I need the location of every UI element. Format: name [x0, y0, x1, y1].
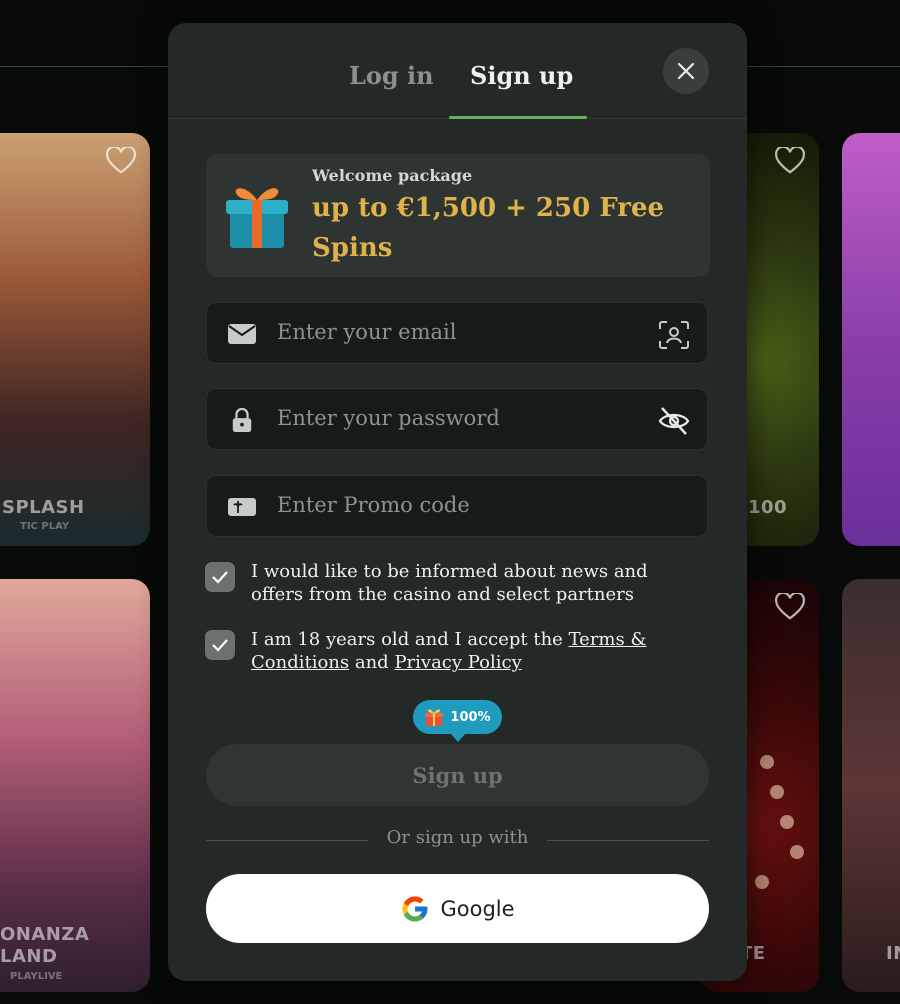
game-card-provider: PLAYLIVE	[10, 971, 63, 982]
promo-code-field[interactable]: Enter Promo code	[206, 475, 708, 537]
promo-label: Welcome package	[312, 166, 473, 185]
close-icon	[677, 62, 695, 80]
google-button-label: Google	[440, 896, 515, 921]
game-card-title: SPLASH	[2, 497, 85, 518]
checkmark-icon	[212, 639, 228, 652]
heart-icon[interactable]	[775, 147, 805, 175]
auth-tabs: Log in Sign up	[168, 23, 747, 119]
alt-signup-divider: Or sign up with	[206, 827, 709, 853]
game-card[interactable]: SPLASH TIC PLAY	[0, 133, 150, 546]
password-field[interactable]: Enter your password	[206, 388, 708, 450]
email-field[interactable]: Enter your email	[206, 302, 708, 364]
bonus-badge-value: 100%	[450, 709, 491, 725]
close-button[interactable]	[663, 48, 709, 94]
face-scan-icon[interactable]	[657, 319, 691, 351]
eye-off-icon[interactable]	[657, 405, 691, 437]
promo-value: up to €1,500 + 250 Free Spins	[312, 193, 665, 263]
divider-text: Or sign up with	[386, 827, 529, 848]
terms-consent-checkbox[interactable]	[205, 630, 235, 660]
game-card-title: 100	[748, 497, 788, 518]
terms-middle: and	[349, 652, 395, 673]
promo-ticket-icon	[228, 498, 256, 516]
game-card-title: IN	[886, 943, 900, 964]
signup-modal: Log in Sign up Welcome package up to €1,…	[168, 23, 747, 981]
tab-login[interactable]: Log in	[349, 61, 434, 90]
news-consent-text: I would like to be informed about news a…	[251, 561, 648, 605]
terms-consent-text: I am 18 years old and I accept the Terms…	[251, 628, 681, 674]
game-card-title: ONANZA LAND	[0, 924, 90, 967]
welcome-package-banner: Welcome package up to €1,500 + 250 Free …	[206, 154, 710, 277]
heart-icon[interactable]	[775, 593, 805, 621]
promo-code-placeholder: Enter Promo code	[277, 493, 470, 517]
game-card[interactable]: IN	[842, 579, 900, 992]
privacy-policy-link[interactable]: Privacy Policy	[394, 652, 521, 673]
email-placeholder: Enter your email	[277, 320, 457, 344]
heart-icon[interactable]	[106, 147, 136, 175]
game-card[interactable]	[842, 133, 900, 546]
news-consent-checkbox[interactable]	[205, 562, 235, 592]
bonus-badge: 100%	[413, 700, 502, 742]
terms-consent-row: I am 18 years old and I accept the Terms…	[205, 628, 675, 678]
game-card-provider: TIC PLAY	[20, 521, 70, 532]
gift-icon	[425, 709, 444, 726]
google-icon	[402, 896, 428, 921]
lock-icon	[232, 408, 252, 432]
password-placeholder: Enter your password	[277, 406, 500, 430]
terms-prefix: I am 18 years old and I accept the	[251, 629, 569, 650]
checkmark-icon	[212, 571, 228, 584]
news-consent-row: I would like to be informed about news a…	[205, 560, 675, 610]
divider-line-right	[547, 840, 709, 841]
tab-signup[interactable]: Sign up	[470, 61, 573, 90]
active-tab-indicator	[449, 116, 587, 119]
signup-button[interactable]: Sign up	[206, 744, 709, 806]
google-signup-button[interactable]: Google	[206, 874, 709, 943]
gift-icon	[226, 188, 288, 248]
envelope-icon	[228, 324, 256, 344]
game-card[interactable]: ONANZA LAND PLAYLIVE	[0, 579, 150, 992]
